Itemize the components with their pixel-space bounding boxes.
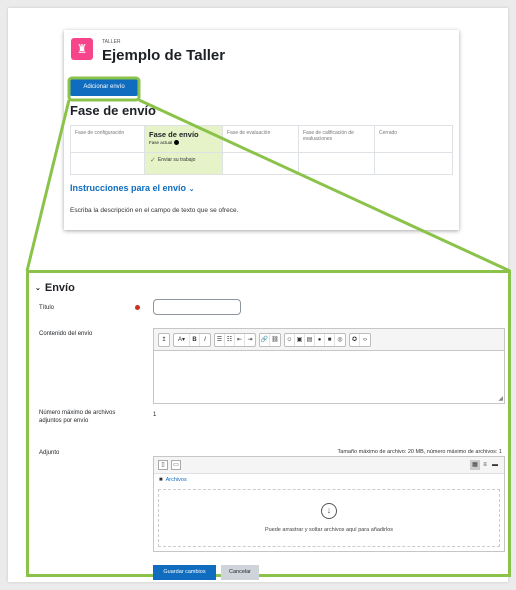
resize-handle-icon[interactable]: ◢: [498, 395, 503, 402]
file-manager-toolbar: ▯ ▭ ▦ ≡ ▬: [154, 457, 504, 474]
content-editor[interactable]: ↥ A▾ B I ☰ ☷ ⇤ ⇥ 🔗 ⛓ ☺ ▣ ▤ ● ■ ◎ ✪ ‹› ◢: [153, 328, 505, 404]
file-limits-text: Tamaño máximo de archivo: 20 MB, número …: [337, 449, 502, 455]
section-title: Envío: [44, 282, 75, 294]
indent-icon[interactable]: ⇥: [245, 334, 255, 346]
media-icon[interactable]: ▤: [305, 333, 315, 346]
required-icon: [135, 305, 140, 310]
image-icon[interactable]: ▣: [295, 333, 305, 346]
bullet-list-icon[interactable]: ☰: [215, 333, 225, 346]
paragraph-style-icon[interactable]: A▾: [174, 333, 190, 346]
max-files-value: 1: [153, 412, 157, 418]
emoji-icon[interactable]: ☺: [285, 333, 295, 346]
content-label: Contenido del envío: [39, 331, 93, 337]
section-toggle[interactable]: ⌄ Envío: [35, 282, 75, 294]
save-button[interactable]: Guardar cambios: [153, 565, 216, 580]
submission-form: ⌄ Envío Título Contenido del envío ↥ A▾ B I…: [26, 270, 511, 580]
accessibility-icon[interactable]: ✪: [350, 333, 360, 346]
editor-toolbar: ↥ A▾ B I ☰ ☷ ⇤ ⇥ 🔗 ⛓ ☺ ▣ ▤ ● ■ ◎ ✪ ‹›: [154, 329, 504, 351]
title-label: Título: [39, 305, 55, 311]
outdent-icon[interactable]: ⇤: [235, 333, 245, 346]
italic-icon[interactable]: I: [200, 334, 210, 346]
folder-link[interactable]: Archivos: [166, 477, 187, 483]
manage-files-icon[interactable]: ◎: [335, 334, 345, 346]
numbered-list-icon[interactable]: ☷: [225, 333, 235, 346]
breadcrumb: ■ Archivos: [154, 474, 504, 485]
title-input[interactable]: [153, 299, 241, 315]
tree-view-icon[interactable]: ▬: [490, 460, 500, 470]
drop-zone[interactable]: ↓ Puede arrastrar y soltar archivos aquí…: [158, 489, 500, 547]
max-files-label: Número máximo de archivos adjuntos por e…: [39, 410, 116, 424]
view-switcher: ▦ ≡ ▬: [470, 460, 500, 470]
html-icon[interactable]: ‹›: [360, 334, 370, 346]
cancel-button[interactable]: Cancelar: [221, 565, 259, 580]
file-manager: ▯ ▭ ▦ ≡ ▬ ■ Archivos ↓ Puede arrastrar y …: [153, 456, 505, 552]
record-video-icon[interactable]: ■: [325, 333, 335, 346]
bold-icon[interactable]: B: [190, 333, 200, 346]
expand-toolbar-icon[interactable]: ↥: [159, 334, 169, 346]
record-audio-icon[interactable]: ●: [315, 333, 325, 346]
link-icon[interactable]: 🔗: [260, 333, 270, 346]
drop-hint: Puede arrastrar y soltar archivos aquí p…: [264, 527, 394, 533]
download-arrow-icon: ↓: [321, 503, 337, 519]
folder-icon: ■: [159, 476, 163, 483]
add-file-icon[interactable]: ▯: [158, 460, 168, 470]
create-folder-icon[interactable]: ▭: [171, 460, 181, 470]
grid-view-icon[interactable]: ▦: [470, 460, 480, 470]
list-view-icon[interactable]: ≡: [480, 460, 490, 470]
chevron-down-icon: ⌄: [35, 285, 41, 292]
unlink-icon[interactable]: ⛓: [270, 334, 280, 346]
attachment-label: Adjunto: [39, 450, 60, 456]
